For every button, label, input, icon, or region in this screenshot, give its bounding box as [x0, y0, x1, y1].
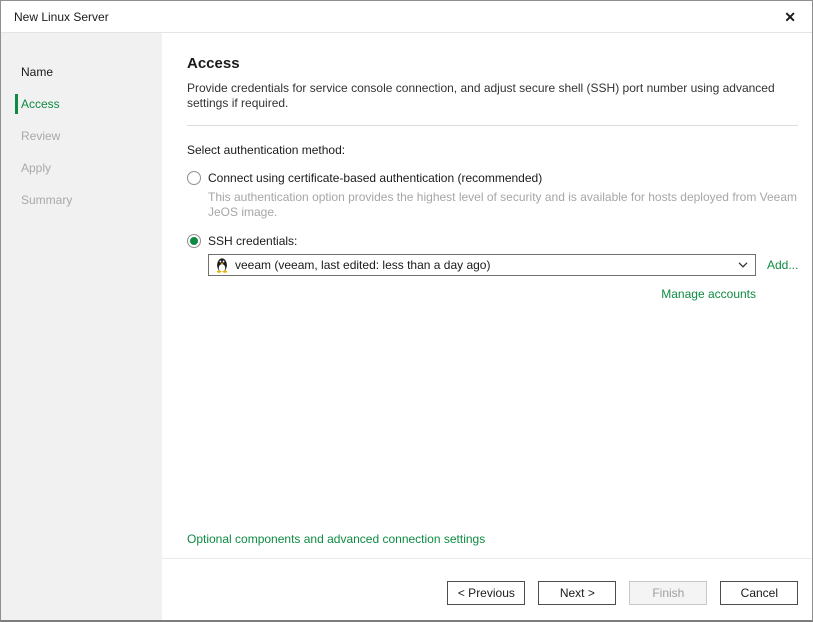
wizard-page-access: Access Provide credentials for service c… — [162, 33, 813, 621]
radio-icon — [187, 234, 201, 248]
window-title: New Linux Server — [14, 10, 109, 24]
sidebar-item-apply[interactable]: Apply — [1, 152, 162, 184]
sidebar-item-name[interactable]: Name — [1, 56, 162, 88]
sidebar-item-label: Summary — [21, 193, 72, 207]
credentials-selected-value: veeam (veeam, last edited: less than a d… — [235, 258, 490, 272]
radio-label: SSH credentials: — [208, 234, 297, 248]
wizard-steps-sidebar: Name Access Review Apply Summary — [1, 33, 162, 621]
linux-penguin-icon — [215, 257, 229, 273]
next-button[interactable]: Next > — [538, 581, 616, 605]
radio-label: Connect using certificate-based authenti… — [208, 171, 542, 185]
manage-accounts-link[interactable]: Manage accounts — [661, 287, 756, 301]
credentials-dropdown[interactable]: veeam (veeam, last edited: less than a d… — [208, 254, 756, 276]
close-icon[interactable]: ✕ — [780, 8, 800, 26]
new-linux-server-dialog: New Linux Server ✕ Name Access Review Ap… — [0, 0, 813, 622]
sidebar-item-summary[interactable]: Summary — [1, 184, 162, 216]
wizard-buttons: < Previous Next > Finish Cancel — [447, 581, 798, 605]
chevron-down-icon — [738, 262, 748, 268]
certificate-auth-description: This authentication option provides the … — [208, 190, 798, 220]
cancel-button[interactable]: Cancel — [720, 581, 798, 605]
previous-button[interactable]: < Previous — [447, 581, 525, 605]
title-bar: New Linux Server ✕ — [1, 1, 812, 33]
sidebar-item-label: Apply — [21, 161, 51, 175]
sidebar-item-label: Review — [21, 129, 60, 143]
sidebar-item-label: Access — [21, 97, 60, 111]
radio-ssh-credentials[interactable]: SSH credentials: — [187, 234, 798, 248]
section-divider — [187, 125, 798, 126]
add-credentials-link[interactable]: Add... — [767, 258, 798, 272]
sidebar-item-access[interactable]: Access — [1, 88, 162, 120]
auth-method-label: Select authentication method: — [187, 143, 798, 157]
footer-divider — [162, 558, 813, 559]
sidebar-item-label: Name — [21, 65, 53, 79]
sidebar-item-review[interactable]: Review — [1, 120, 162, 152]
finish-button[interactable]: Finish — [629, 581, 707, 605]
optional-components-link[interactable]: Optional components and advanced connect… — [187, 532, 485, 546]
page-title: Access — [187, 55, 798, 72]
page-description: Provide credentials for service console … — [187, 81, 777, 111]
radio-certificate-auth[interactable]: Connect using certificate-based authenti… — [187, 171, 798, 185]
radio-icon — [187, 171, 201, 185]
